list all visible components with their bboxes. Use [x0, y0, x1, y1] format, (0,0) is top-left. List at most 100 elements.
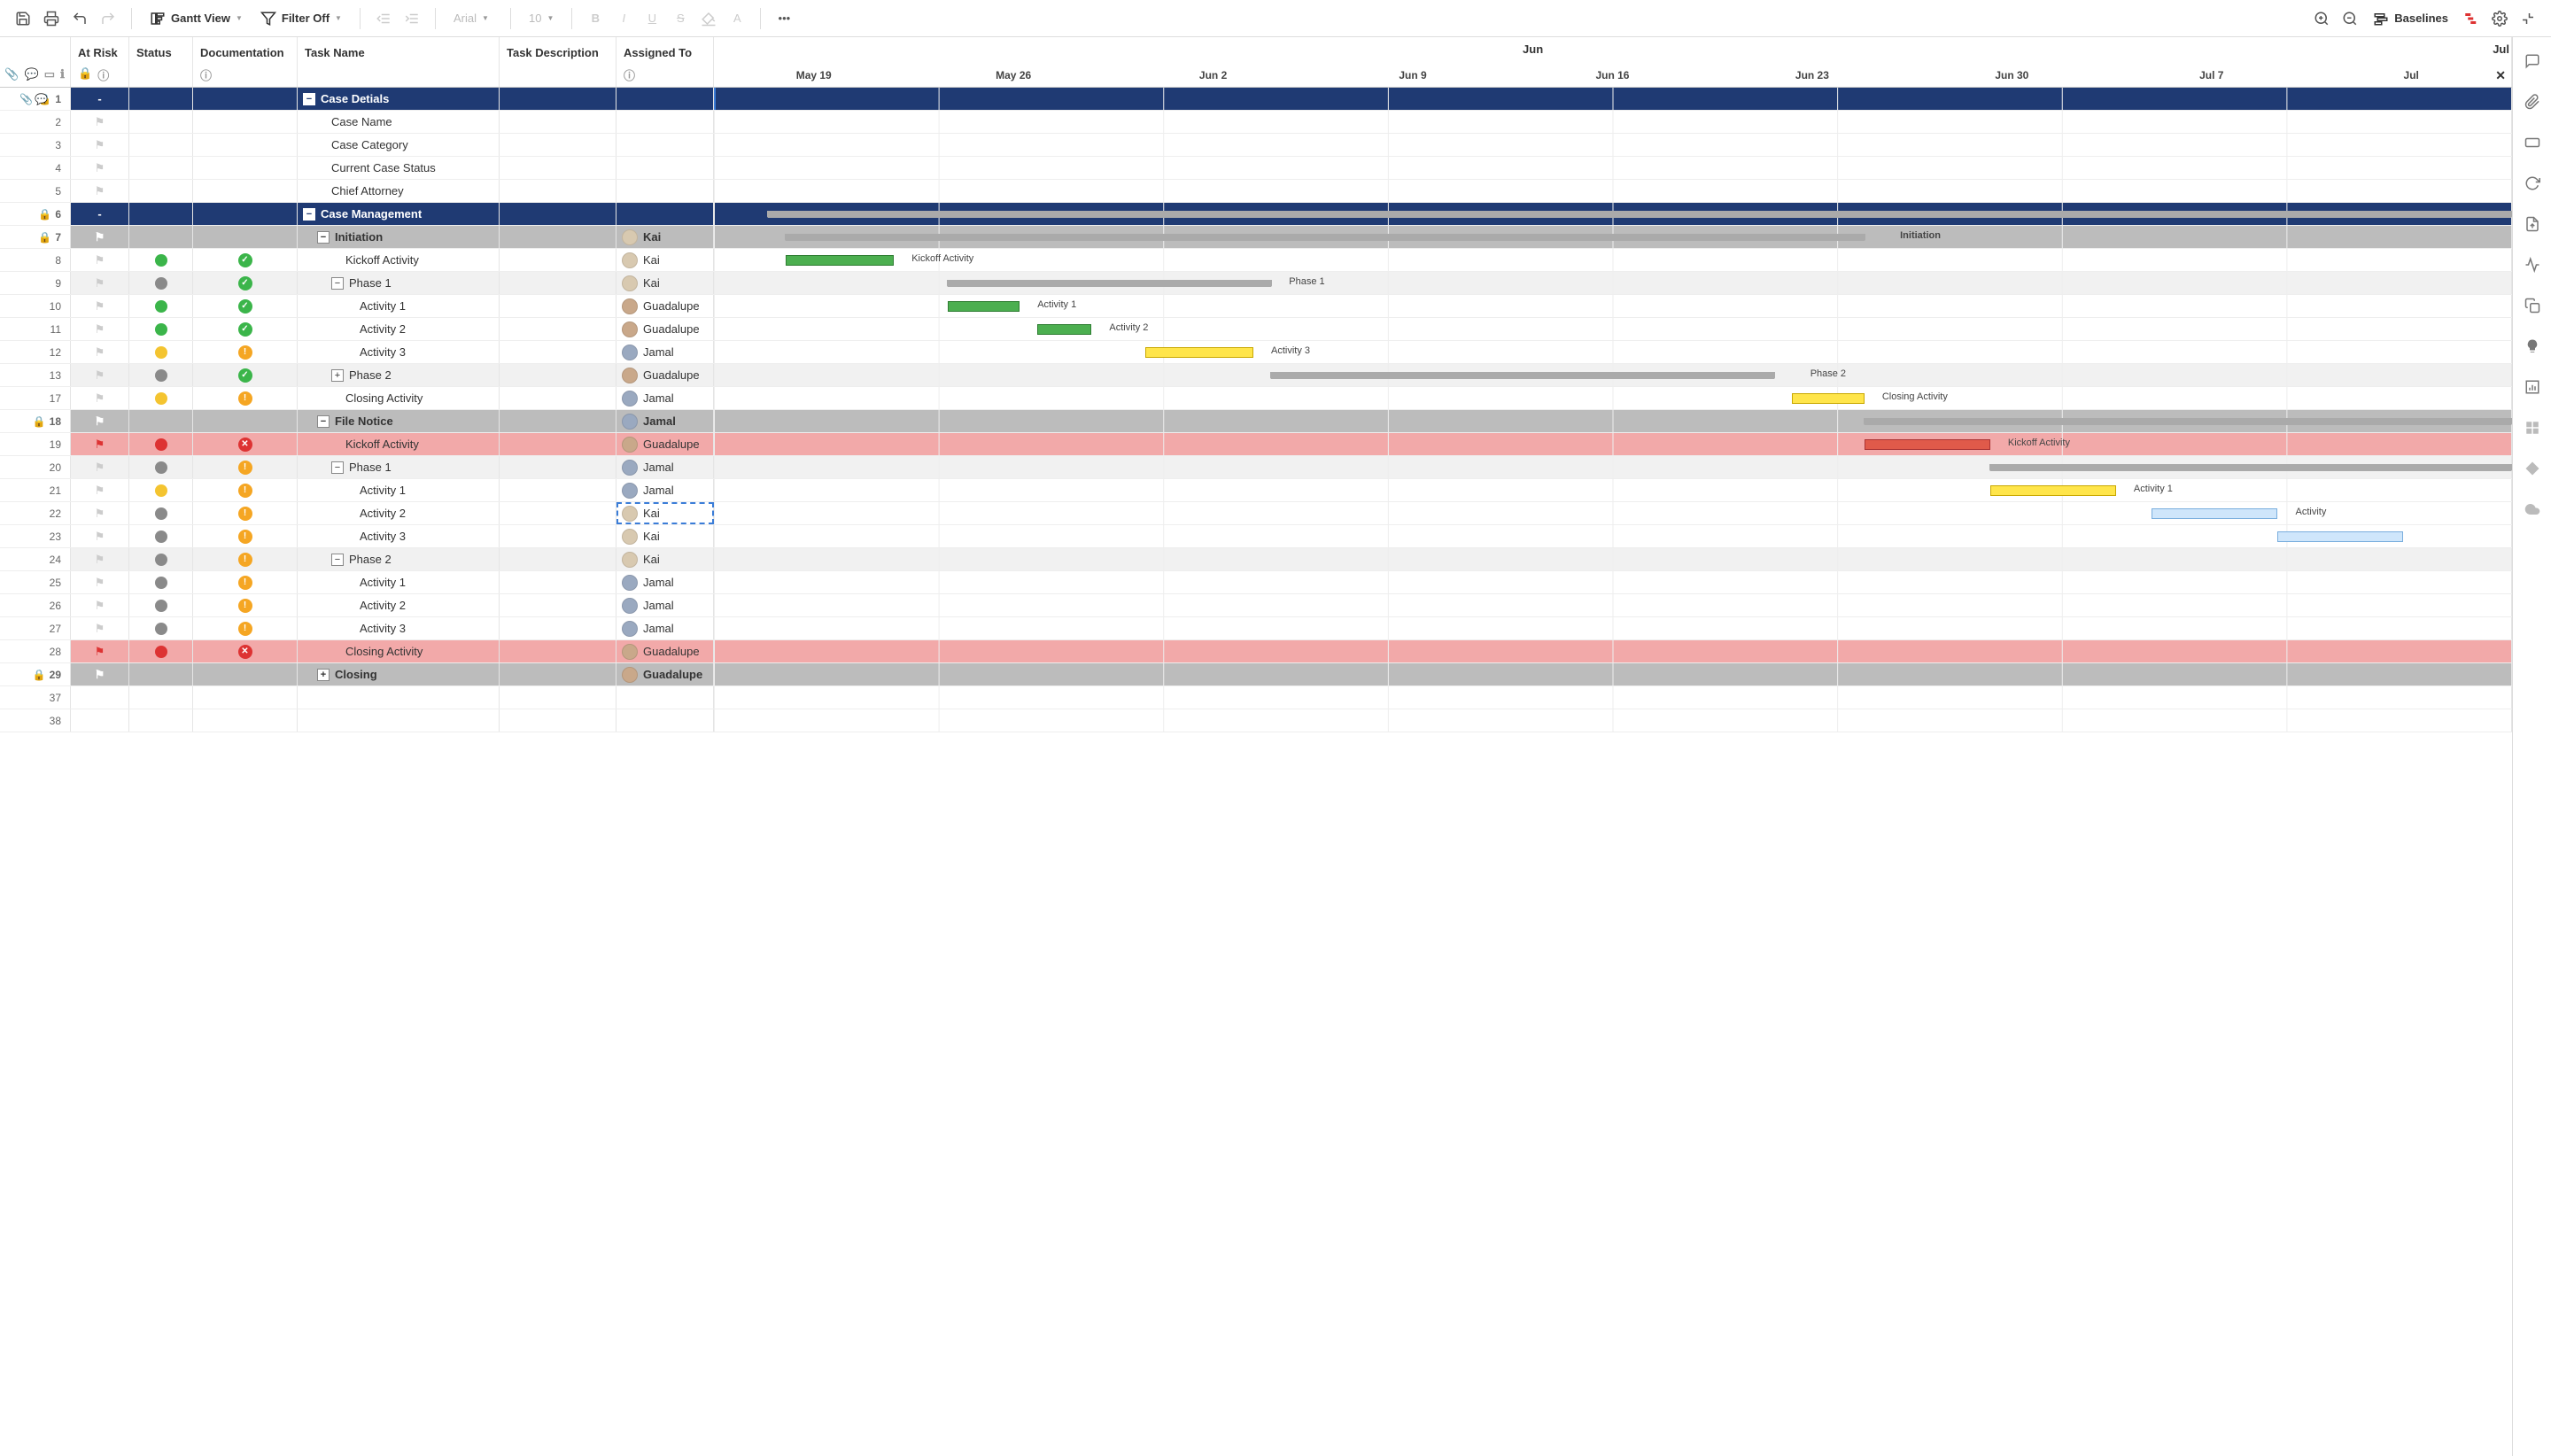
at-risk-cell[interactable]: ⚑: [71, 548, 129, 570]
task-description-cell[interactable]: [500, 318, 616, 340]
toggle-icon[interactable]: −: [331, 461, 344, 474]
gantt-cell[interactable]: Activity 3: [714, 341, 2512, 363]
fill-color-button[interactable]: [696, 6, 721, 31]
at-risk-cell[interactable]: ⚑: [71, 226, 129, 248]
gantt-bar[interactable]: [948, 301, 1020, 312]
grid-row[interactable]: 21⚑!Activity 1JamalActivity 1: [0, 479, 2512, 502]
task-description-cell[interactable]: [500, 456, 616, 478]
gantt-cell[interactable]: [714, 640, 2512, 662]
at-risk-cell[interactable]: ⚑: [71, 640, 129, 662]
documentation-cell[interactable]: ✓: [193, 295, 298, 317]
assigned-to-cell[interactable]: [616, 180, 714, 202]
gantt-bar[interactable]: [1990, 485, 2116, 496]
documentation-cell[interactable]: [193, 203, 298, 225]
task-name-cell[interactable]: Closing Activity: [298, 387, 500, 409]
documentation-cell[interactable]: ✕: [193, 433, 298, 455]
undo-button[interactable]: [67, 6, 92, 31]
task-description-cell[interactable]: [500, 387, 616, 409]
at-risk-cell[interactable]: ⚑: [71, 617, 129, 639]
documentation-cell[interactable]: !: [193, 341, 298, 363]
status-cell[interactable]: [129, 433, 193, 455]
at-risk-cell[interactable]: ⚑: [71, 502, 129, 524]
gantt-cell[interactable]: Activity 2: [714, 318, 2512, 340]
filter-dropdown[interactable]: Filter Off ▼: [253, 7, 349, 30]
grid-row[interactable]: 3⚑Case Category: [0, 134, 2512, 157]
cloud-icon[interactable]: [2523, 500, 2542, 519]
gantt-bar[interactable]: [1145, 347, 1253, 358]
status-cell[interactable]: [129, 180, 193, 202]
grid-row[interactable]: 17⚑!Closing ActivityJamalClosing Activit…: [0, 387, 2512, 410]
status-cell[interactable]: [129, 594, 193, 616]
comments-panel-icon[interactable]: [2523, 51, 2542, 71]
col-at-risk[interactable]: At Risk🔒ⓘ: [71, 37, 129, 87]
gantt-cell[interactable]: Phase 1: [714, 272, 2512, 294]
task-name-cell[interactable]: Case Name: [298, 111, 500, 133]
task-description-cell[interactable]: [500, 180, 616, 202]
redo-button[interactable]: [96, 6, 120, 31]
documentation-cell[interactable]: ✓: [193, 272, 298, 294]
status-cell[interactable]: [129, 295, 193, 317]
gantt-bar[interactable]: [948, 280, 1271, 287]
assigned-to-cell[interactable]: [616, 709, 714, 732]
col-status[interactable]: Status: [129, 37, 193, 87]
gantt-cell[interactable]: [714, 88, 2512, 110]
status-cell[interactable]: [129, 111, 193, 133]
gantt-bar[interactable]: [768, 211, 2511, 218]
toggle-icon[interactable]: +: [317, 669, 330, 681]
assigned-to-cell[interactable]: Guadalupe: [616, 295, 714, 317]
assigned-to-cell[interactable]: Jamal: [616, 410, 714, 432]
at-risk-cell[interactable]: [71, 709, 129, 732]
zoom-in-button[interactable]: [2309, 6, 2334, 31]
task-description-cell[interactable]: [500, 479, 616, 501]
gantt-bar[interactable]: [1037, 324, 1091, 335]
status-cell[interactable]: [129, 226, 193, 248]
attachments-panel-icon[interactable]: [2523, 92, 2542, 112]
task-name-cell[interactable]: Activity 3: [298, 341, 500, 363]
gantt-cell[interactable]: [714, 203, 2512, 225]
status-cell[interactable]: [129, 410, 193, 432]
status-cell[interactable]: [129, 686, 193, 709]
task-description-cell[interactable]: [500, 594, 616, 616]
brainstorm-icon[interactable]: [2523, 337, 2542, 356]
assigned-to-cell[interactable]: Kai: [616, 226, 714, 248]
gantt-bar[interactable]: [1865, 418, 2511, 425]
task-description-cell[interactable]: [500, 548, 616, 570]
documentation-cell[interactable]: !: [193, 548, 298, 570]
at-risk-cell[interactable]: [71, 686, 129, 709]
documentation-cell[interactable]: [193, 709, 298, 732]
grid[interactable]: 📎 💬 ▭ ℹ At Risk🔒ⓘ Status Documentationⓘ …: [0, 37, 2512, 1456]
assigned-to-cell[interactable]: [616, 88, 714, 110]
assigned-to-cell[interactable]: [616, 203, 714, 225]
toggle-icon[interactable]: −: [317, 415, 330, 428]
task-name-cell[interactable]: Kickoff Activity: [298, 433, 500, 455]
at-risk-cell[interactable]: -: [71, 88, 129, 110]
task-description-cell[interactable]: [500, 364, 616, 386]
task-name-cell[interactable]: +Closing: [298, 663, 500, 685]
documentation-cell[interactable]: [193, 134, 298, 156]
gantt-cell[interactable]: [714, 134, 2512, 156]
grid-row[interactable]: 9⚑✓−Phase 1KaiPhase 1: [0, 272, 2512, 295]
gantt-cell[interactable]: [714, 548, 2512, 570]
at-risk-cell[interactable]: ⚑: [71, 571, 129, 593]
timeline-header[interactable]: Jun Jul May 19May 26Jun 2Jun 9Jun 16Jun …: [714, 37, 2512, 87]
at-risk-cell[interactable]: ⚑: [71, 111, 129, 133]
assigned-to-cell[interactable]: Jamal: [616, 479, 714, 501]
status-cell[interactable]: [129, 249, 193, 271]
task-name-cell[interactable]: Closing Activity: [298, 640, 500, 662]
task-description-cell[interactable]: [500, 272, 616, 294]
task-description-cell[interactable]: [500, 341, 616, 363]
task-name-cell[interactable]: Activity 1: [298, 571, 500, 593]
task-description-cell[interactable]: [500, 525, 616, 547]
status-cell[interactable]: [129, 617, 193, 639]
activity-log-icon[interactable]: [2523, 255, 2542, 275]
status-cell[interactable]: [129, 318, 193, 340]
grid-row[interactable]: 26⚑!Activity 2Jamal: [0, 594, 2512, 617]
assigned-to-cell[interactable]: Jamal: [616, 617, 714, 639]
task-name-cell[interactable]: Activity 3: [298, 617, 500, 639]
status-cell[interactable]: [129, 134, 193, 156]
gantt-bar[interactable]: [1271, 372, 1774, 379]
documentation-cell[interactable]: [193, 88, 298, 110]
task-name-cell[interactable]: Current Case Status: [298, 157, 500, 179]
at-risk-cell[interactable]: ⚑: [71, 295, 129, 317]
view-dropdown[interactable]: Gantt View ▼: [143, 7, 250, 30]
